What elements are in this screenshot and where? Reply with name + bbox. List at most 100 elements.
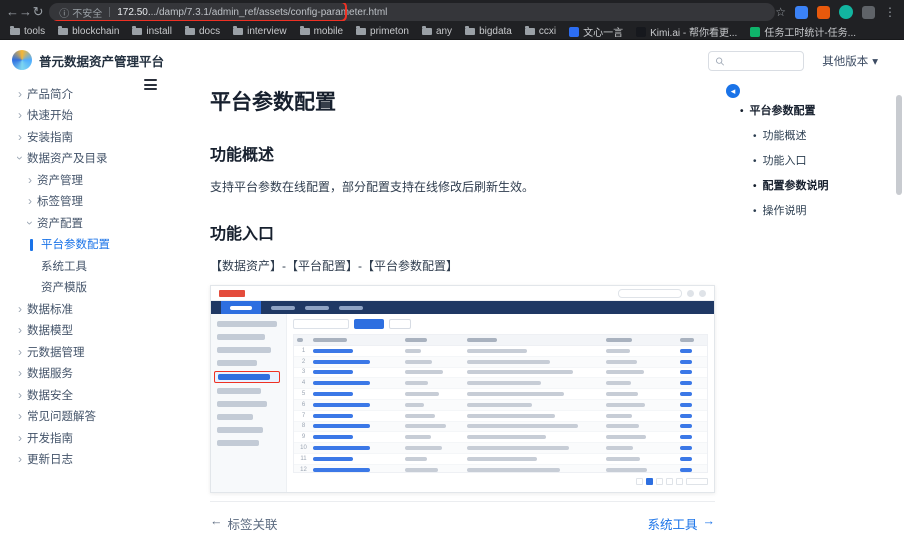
- mock-row-number: 8: [301, 423, 306, 430]
- sidebar-item[interactable]: › 更新日志: [0, 449, 178, 471]
- sidebar-item[interactable]: › 标签管理: [0, 191, 178, 213]
- sidebar-item[interactable]: › 资产管理: [0, 169, 178, 191]
- bookmark-item[interactable]: blockchain: [58, 26, 119, 37]
- chevron-right-icon: ›: [18, 409, 22, 424]
- favicon: [636, 26, 647, 37]
- sidebar-toggle-button[interactable]: [144, 79, 158, 93]
- chevron-down-icon: ▾: [872, 56, 878, 68]
- mock-table-row: 10: [294, 443, 707, 454]
- toc-item-label: 功能概述: [762, 130, 807, 142]
- mock-header-cell: [310, 338, 402, 342]
- main-area: 其他版本 ▾ 平台参数配置 功能概述 支持平台参数在线配置，部分配置支持在线修改…: [178, 40, 904, 532]
- content-row: 平台参数配置 功能概述 支持平台参数在线配置，部分配置支持在线修改后刷新生效。 …: [178, 82, 904, 532]
- mock-table-row: 4: [294, 378, 707, 390]
- scrollbar-thumb[interactable]: [896, 95, 902, 195]
- sidebar-item[interactable]: › 常见问题解答: [0, 406, 178, 428]
- toc-sidebar: ◂ • 平台参数配置 • 功能概述 • 功能入口 • 配置参数说明 • 操作说明: [718, 82, 904, 500]
- toc-anchor-button[interactable]: ◂: [726, 84, 740, 98]
- toc-item-label: 功能入口: [762, 155, 807, 167]
- prev-link[interactable]: ← 标签关联: [210, 514, 278, 533]
- bookmark-item[interactable]: Kimi.ai - 帮你看更...: [636, 24, 737, 39]
- sidebar-item[interactable]: › 资产配置: [0, 212, 178, 234]
- mock-row-number: 3: [301, 369, 306, 376]
- sidebar-item[interactable]: › 数据安全: [0, 384, 178, 406]
- toc-item[interactable]: • 配置参数说明: [740, 177, 904, 193]
- address-bar[interactable]: ⓘ 不安全 172.50. ../damp/7.3.1/admin_ref/as…: [49, 3, 776, 21]
- sidebar-item[interactable]: › 数据标准: [0, 298, 178, 320]
- mock-header-cell: [603, 338, 677, 342]
- bookmark-item[interactable]: mobile: [299, 26, 343, 37]
- mock-app-search: [618, 288, 682, 298]
- mock-table-row: 2: [294, 356, 707, 368]
- mock-page-button: [636, 478, 643, 485]
- bookmark-item[interactable]: install: [132, 26, 172, 37]
- annotation-highlight: [214, 371, 280, 383]
- site-logo[interactable]: 普元数据资产管理平台: [0, 50, 178, 70]
- sidebar-item[interactable]: › 数据服务: [0, 363, 178, 385]
- search-box[interactable]: [708, 51, 805, 71]
- sidebar-item[interactable]: › 安装指南: [0, 126, 178, 148]
- bookmark-star-icon[interactable]: ☆: [775, 5, 786, 19]
- toc-item[interactable]: • 平台参数配置: [740, 102, 904, 118]
- sidebar-item[interactable]: › 快速开始: [0, 105, 178, 127]
- forward-icon[interactable]: →: [19, 0, 32, 24]
- security-info-icon[interactable]: ⓘ: [59, 5, 69, 20]
- reload-icon[interactable]: ↻: [32, 0, 44, 24]
- bookmark-item[interactable]: bigdata: [465, 26, 512, 37]
- search-input[interactable]: [729, 54, 798, 68]
- mock-row-number: 6: [301, 401, 306, 408]
- extension-icon-orange[interactable]: [817, 5, 830, 19]
- sidebar-item-label: 资产管理: [37, 174, 83, 187]
- profile-avatar[interactable]: [839, 5, 853, 19]
- mock-page-button: [676, 478, 683, 485]
- site-title: 普元数据资产管理平台: [39, 54, 165, 69]
- toc-item[interactable]: • 操作说明: [740, 202, 904, 218]
- mock-secondary-button: [389, 319, 411, 329]
- bookmark-item[interactable]: ccxi: [524, 26, 556, 37]
- sidebar-item[interactable]: › 元数据管理: [0, 341, 178, 363]
- chrome-actions: ☆ ⋮: [775, 5, 898, 19]
- mock-main: 1 2 3 4 5 6 7 8 9 10 11 12: [287, 314, 714, 492]
- back-icon[interactable]: ←: [6, 0, 19, 24]
- extensions-icon[interactable]: [862, 5, 875, 19]
- sidebar-item[interactable]: 系统工具: [0, 255, 178, 277]
- folder-icon: [299, 26, 310, 35]
- toc-item[interactable]: • 功能入口: [740, 152, 904, 168]
- bookmark-item[interactable]: docs: [184, 26, 220, 37]
- url-host: 172.50.: [117, 6, 151, 18]
- toc-item[interactable]: • 功能概述: [740, 127, 904, 143]
- sidebar-item-label: 数据标准: [27, 303, 73, 316]
- arrow-left-icon: ←: [210, 514, 223, 528]
- sidebar-item-label: 数据资产及目录: [27, 153, 108, 166]
- bookmark-item[interactable]: any: [421, 26, 452, 37]
- next-link[interactable]: 系统工具 →: [647, 514, 715, 533]
- bookmark-item[interactable]: primeton: [356, 26, 409, 37]
- folder-icon: [58, 26, 69, 35]
- bookmark-item[interactable]: tools: [10, 26, 45, 37]
- sidebar-item[interactable]: › 数据模型: [0, 320, 178, 342]
- bookmark-item[interactable]: interview: [233, 26, 287, 37]
- mock-menubar: [211, 301, 714, 314]
- mock-table-row: 6: [294, 399, 707, 411]
- menu-kebab-icon[interactable]: ⋮: [884, 5, 896, 19]
- sidebar-item[interactable]: › 数据资产及目录: [0, 148, 178, 170]
- extension-icon-blue[interactable]: [795, 5, 808, 19]
- version-selector[interactable]: 其他版本 ▾: [822, 53, 878, 69]
- search-icon: [716, 57, 725, 66]
- mock-filter-input: [293, 319, 349, 329]
- bullet-icon: •: [740, 106, 744, 117]
- bookmark-item[interactable]: 任务工时统计-任务...: [750, 24, 856, 39]
- sidebar-nav: › 产品简介 › 快速开始 › 安装指南 › 数据资产及目录 › 资产管理 › 标签管理 › 资产配置 平台…: [0, 83, 178, 470]
- sidebar-item-label: 更新日志: [27, 454, 73, 467]
- folder-icon: [184, 26, 195, 35]
- bookmark-item[interactable]: 文心一言: [569, 24, 623, 39]
- sidebar-item[interactable]: 资产模版: [0, 277, 178, 299]
- security-badge: 不安全: [72, 8, 103, 20]
- sidebar-item[interactable]: › 开发指南: [0, 427, 178, 449]
- mock-header-cell: [294, 338, 310, 342]
- section-heading-overview: 功能概述: [210, 147, 275, 164]
- mock-tree-node: [217, 414, 253, 420]
- sidebar-item[interactable]: 平台参数配置: [0, 234, 178, 256]
- folder-icon: [10, 26, 20, 35]
- chevron-right-icon: ›: [18, 430, 22, 445]
